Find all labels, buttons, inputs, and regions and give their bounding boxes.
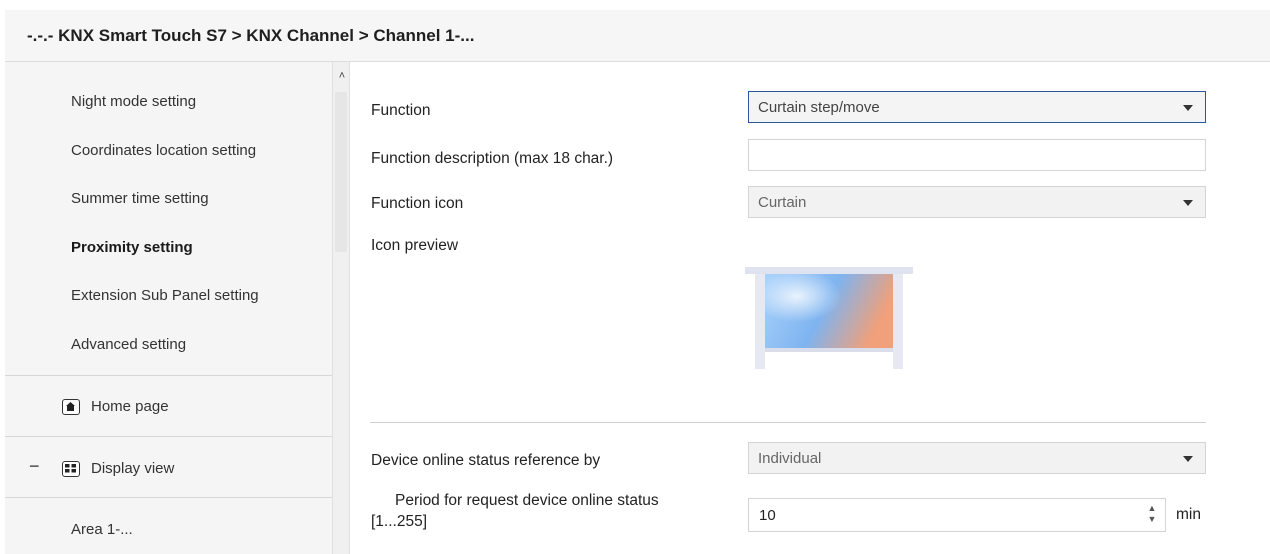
sidebar-item-extension-sub-panel[interactable]: Extension Sub Panel setting [5, 276, 332, 316]
sidebar-item-label: Extension Sub Panel setting [71, 287, 259, 304]
sidebar-item-coordinates-location[interactable]: Coordinates location setting [5, 131, 332, 171]
title-bar: -.-.- KNX Smart Touch S7 > KNX Channel >… [5, 10, 1270, 62]
stepper-arrows[interactable]: ▲ ▼ [1147, 503, 1157, 525]
function-description-label: Function description (max 18 char.) [371, 150, 614, 167]
sidebar-item-label: Summer time setting [71, 190, 209, 207]
sidebar-item-label: Advanced setting [71, 336, 187, 353]
collapse-icon[interactable]: − [29, 456, 40, 477]
online-status-reference-select[interactable]: Individual [748, 442, 1206, 474]
sidebar-item-label: Proximity setting [71, 239, 193, 256]
sidebar-item-proximity[interactable]: Proximity setting [5, 228, 332, 268]
online-status-reference-value: Individual [758, 450, 822, 467]
breadcrumb: -.-.- KNX Smart Touch S7 > KNX Channel >… [27, 26, 475, 45]
request-period-stepper[interactable]: 10 ▲ ▼ [748, 498, 1166, 532]
function-select[interactable]: Curtain step/move [748, 91, 1206, 123]
scroll-up-icon[interactable]: ˄ [335, 70, 349, 82]
function-label: Function [371, 102, 431, 119]
function-icon-select-value: Curtain [758, 194, 807, 211]
sidebar-item-night-mode[interactable]: Night mode setting [5, 82, 332, 122]
stepper-up-icon[interactable]: ▲ [1147, 503, 1157, 514]
sidebar-item-advanced[interactable]: Advanced setting [5, 325, 332, 365]
sidebar-item-summer-time[interactable]: Summer time setting [5, 179, 332, 219]
display-view-icon [62, 461, 80, 477]
sidebar-item-label: Area 1-... [71, 521, 133, 538]
request-period-value: 10 [759, 507, 776, 524]
sidebar: Night mode setting Coordinates location … [5, 62, 333, 554]
scroll-thumb[interactable] [335, 92, 347, 252]
sidebar-item-home-page[interactable]: Home page [5, 387, 332, 427]
function-description-input[interactable] [748, 139, 1206, 171]
sidebar-item-label: Coordinates location setting [71, 142, 257, 159]
function-icon-label: Function icon [371, 195, 464, 212]
request-period-label: Period for request device online status [395, 492, 659, 509]
request-period-range: [1...255] [371, 513, 428, 530]
online-status-reference-label: Device online status reference by [371, 452, 601, 469]
function-select-value: Curtain step/move [758, 99, 880, 116]
sidebar-divider [5, 375, 332, 376]
sidebar-item-display-view[interactable]: − Display view [5, 449, 332, 489]
sidebar-item-area-1[interactable]: Area 1-... [5, 510, 332, 550]
sidebar-divider [5, 497, 332, 498]
chevron-down-icon [1183, 200, 1193, 206]
chevron-down-icon [1183, 105, 1193, 111]
request-period-unit: min [1176, 506, 1201, 523]
sidebar-item-label: Display view [91, 460, 175, 477]
stepper-down-icon[interactable]: ▼ [1147, 514, 1157, 525]
sidebar-item-label: Home page [91, 398, 169, 415]
chevron-down-icon [1183, 456, 1193, 462]
curtain-window-icon [745, 267, 915, 372]
sidebar-item-label: Night mode setting [71, 93, 197, 110]
parameter-panel: Function Curtain step/move Function desc… [350, 62, 1270, 554]
home-icon [62, 399, 80, 415]
function-icon-select[interactable]: Curtain [748, 186, 1206, 218]
sidebar-scrollbar[interactable]: ˄ [332, 62, 350, 554]
sidebar-divider [5, 436, 332, 437]
icon-preview-label: Icon preview [371, 237, 459, 254]
section-divider [370, 422, 1206, 423]
